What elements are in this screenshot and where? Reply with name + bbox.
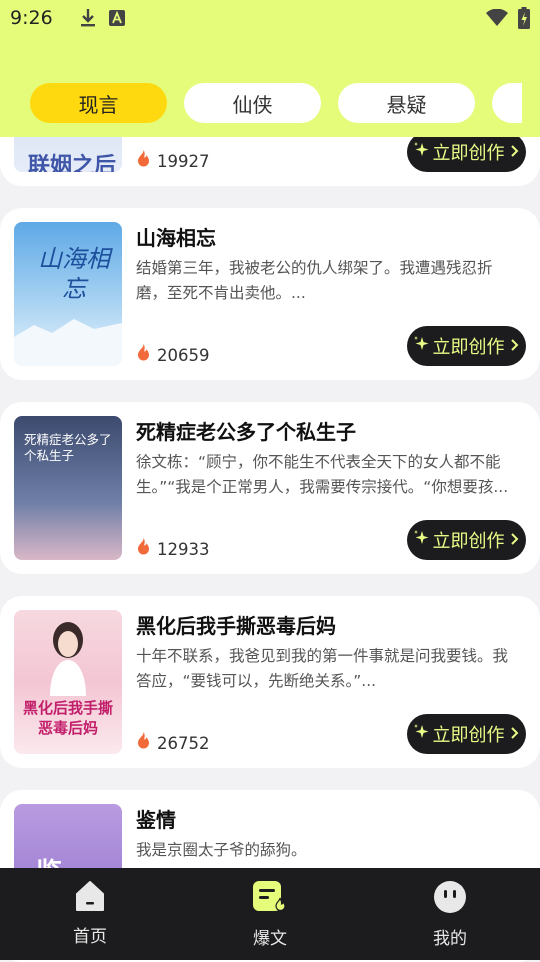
story-title: 山海相忘 [136,226,216,250]
story-description: 徐文栋：“顾宁，你不能生不代表全天下的女人都不能生。”“我是个正常男人，我需要传… [136,453,509,496]
cover-title: 联姻之后 [28,153,117,172]
cover-title: 山海相忘 [38,245,110,303]
hot-article-icon [252,880,288,918]
sparkle-icon [413,335,431,358]
profile-icon [433,880,467,918]
cover-title: 黑化后我手撕恶毒后妈 [22,699,113,737]
cover-title: 死精症老公多了个私生子 [24,432,112,463]
wifi-icon [486,8,508,31]
popularity: 12933 [136,538,210,560]
create-button-label: 立即创作 [432,337,505,358]
download-icon [79,8,97,28]
create-button[interactable]: 立即创作 [407,326,526,366]
chevron-right-icon [507,336,521,357]
create-button[interactable]: 立即创作 [407,520,526,560]
story-description: 我是京圈太子爷的舔狗。 [136,841,307,859]
nav-label: 我的 [433,929,467,949]
popularity: 19927 [136,150,210,172]
story-description: 十年不联系，我爸见到我的第一件事就是问我要钱。我答应，“要钱可以，先断绝关系。”… [136,647,509,690]
app-notification-icon [108,10,125,26]
story-cover: 黑化后我手撕恶毒后妈 [14,610,122,754]
tab-romance[interactable]: 现言 [30,83,167,123]
tab-suspense[interactable]: 悬疑 [338,83,475,123]
fire-icon [136,150,151,172]
story-card[interactable]: 山海相忘 山海相忘 结婚第三年，我被老公的仇人绑架了。我遭遇残忍折磨，至死不肯出… [0,208,540,380]
story-title: 黑化后我手撕恶毒后妈 [136,614,336,638]
popularity: 26752 [136,732,210,754]
chevron-right-icon [507,142,521,163]
popularity: 20659 [136,344,210,366]
story-card[interactable]: 黑化后我手撕恶毒后妈 黑化后我手撕恶毒后妈 十年不联系，我爸见到我的第一件事就是… [0,596,540,768]
story-cover: 死精症老公多了个私生子 [14,416,122,560]
battery-icon [518,7,530,33]
nav-item-hot-articles[interactable]: 爆文 [180,868,360,960]
story-card[interactable]: 死精症老公多了个私生子 死精症老公多了个私生子 徐文栋：“顾宁，你不能生不代表全… [0,402,540,574]
tab-more[interactable] [492,83,522,123]
create-button-label: 立即创作 [432,725,505,746]
create-button[interactable]: 立即创作 [407,714,526,754]
story-title: 鉴情 [136,808,176,832]
top-header: 9:26 现言 仙侠 悬疑 [0,0,540,137]
sparkle-icon [413,141,431,164]
story-title: 死精症老公多了个私生子 [136,420,356,444]
status-bar: 9:26 [0,0,540,36]
bottom-nav: 首页 爆文 我的 [0,868,540,960]
tab-label: 悬疑 [386,92,427,117]
chevron-right-icon [507,530,521,551]
category-tabs: 现言 仙侠 悬疑 [30,83,522,123]
fire-icon [136,344,151,366]
tab-label: 仙侠 [232,92,273,117]
create-button[interactable]: 立即创作 [407,132,526,172]
sparkle-icon [413,529,431,552]
nav-item-home[interactable]: 首页 [0,868,180,960]
nav-label: 爆文 [253,929,287,949]
story-cover: 山海相忘 [14,222,122,366]
popularity-count: 19927 [157,151,210,171]
nav-item-profile[interactable]: 我的 [360,868,540,960]
popularity-count: 20659 [157,345,210,365]
tab-label: 现言 [78,92,119,117]
tab-xianxia[interactable]: 仙侠 [184,83,321,123]
popularity-count: 12933 [157,539,210,559]
home-icon [74,880,106,916]
create-button-label: 立即创作 [432,531,505,552]
chevron-right-icon [507,724,521,745]
fire-icon [136,538,151,560]
story-description: 结婚第三年，我被老公的仇人绑架了。我遭遇残忍折磨，至死不肯出卖他。... [136,259,493,302]
popularity-count: 26752 [157,733,210,753]
sparkle-icon [413,723,431,746]
status-time: 9:26 [10,7,53,29]
nav-label: 首页 [73,927,107,947]
create-button-label: 立即创作 [432,143,505,164]
fire-icon [136,732,151,754]
